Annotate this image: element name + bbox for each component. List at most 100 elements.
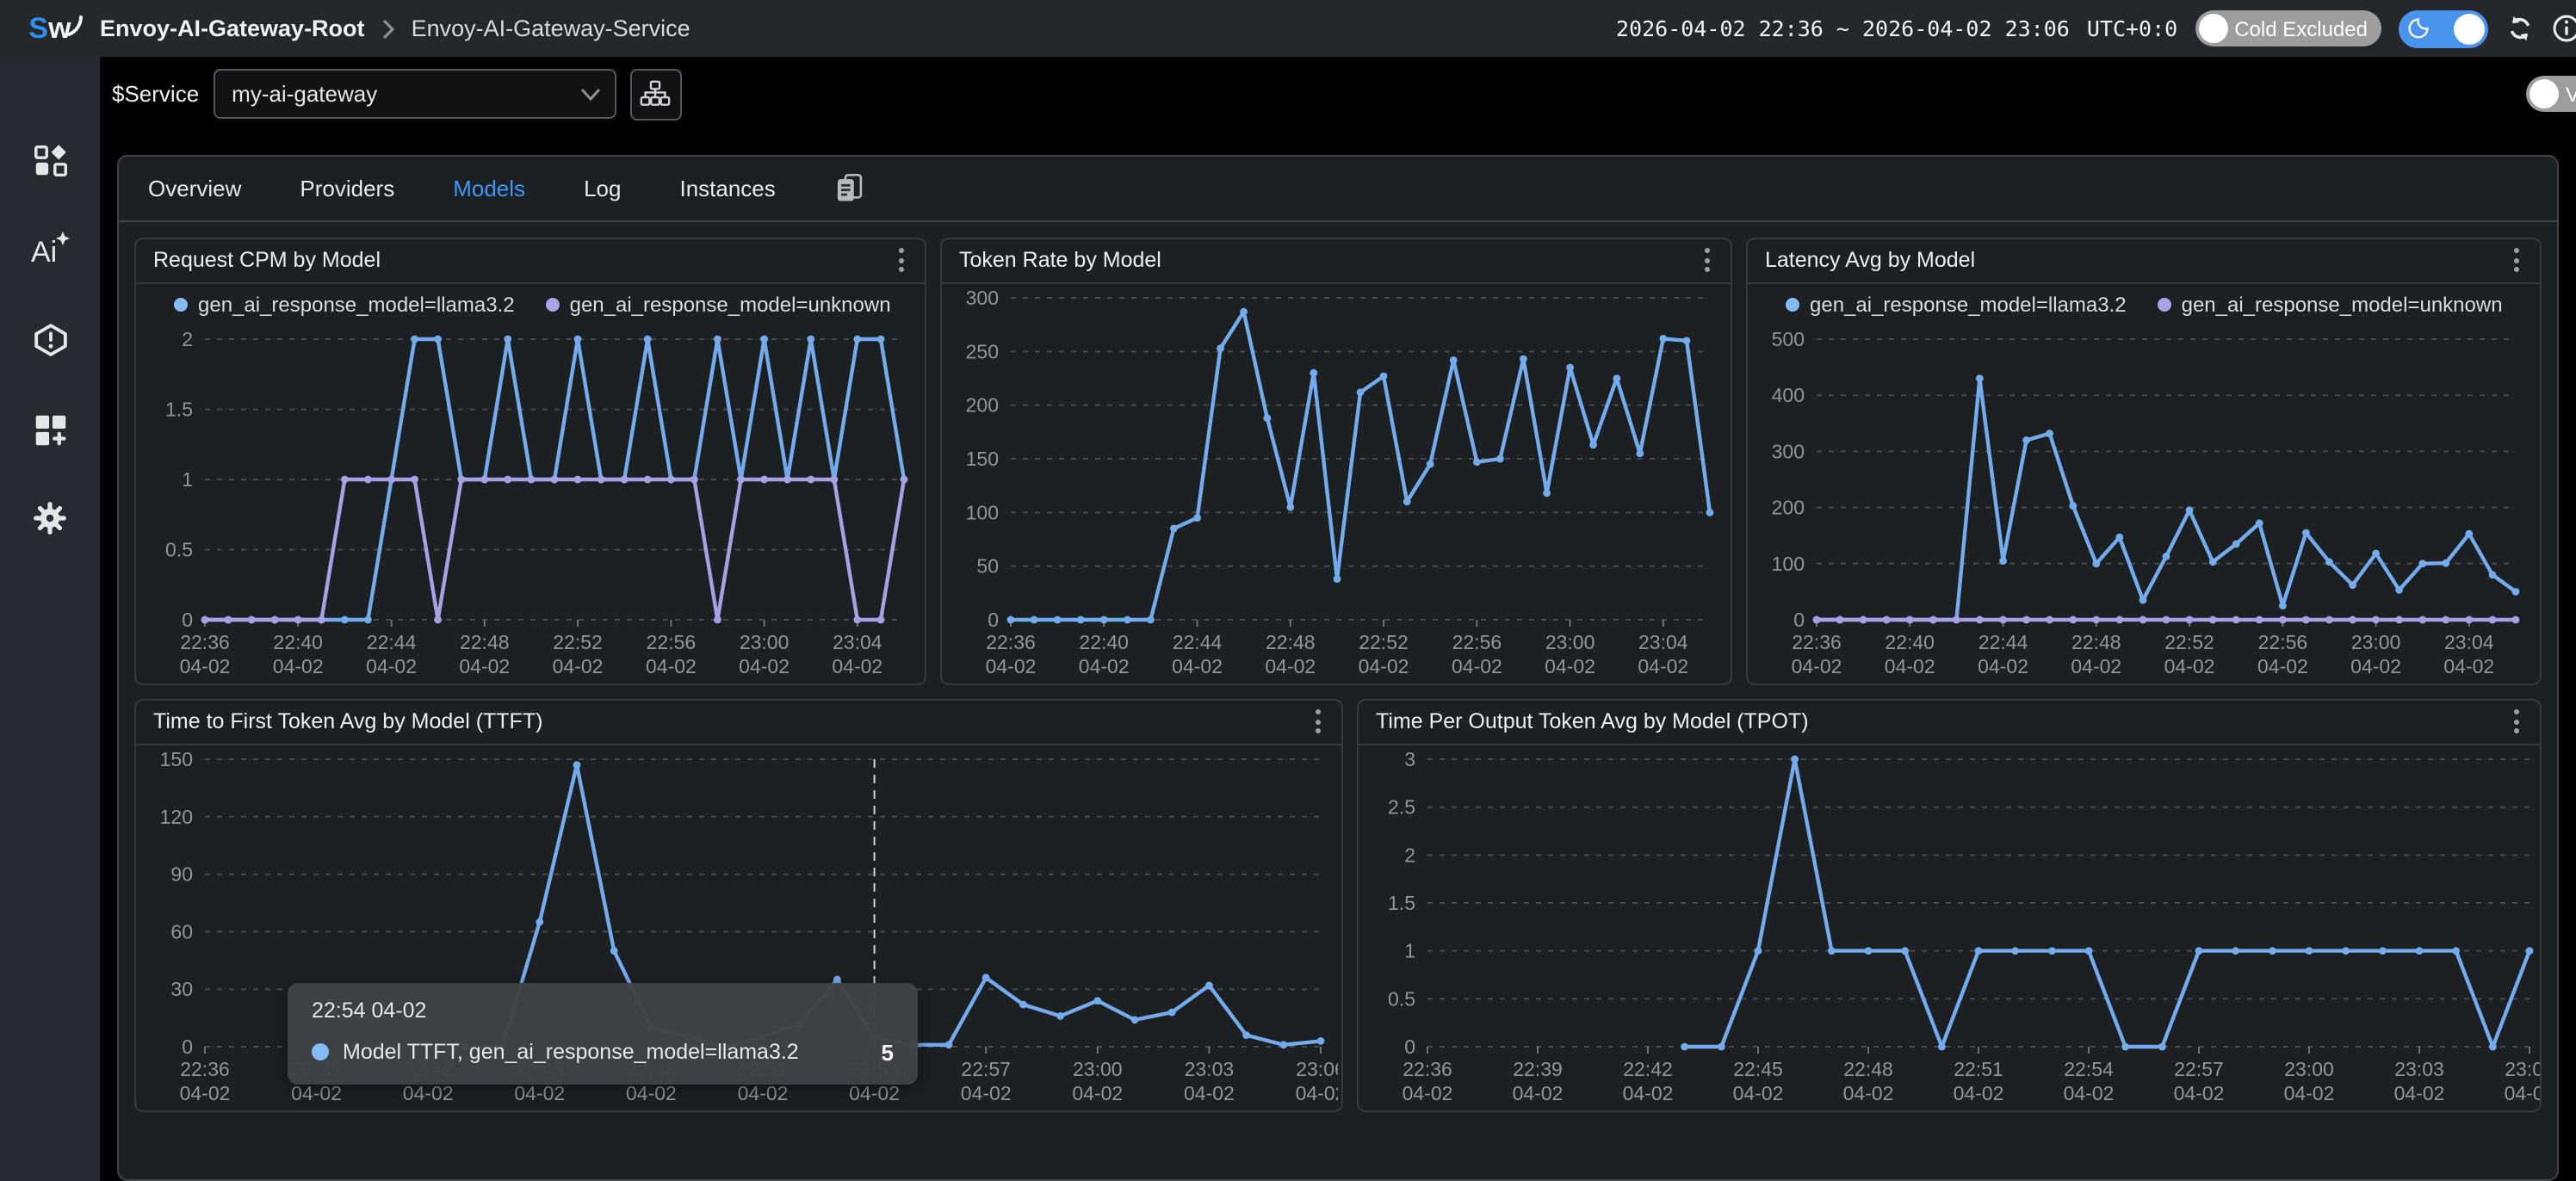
chart-menu-icon[interactable] (1698, 241, 1717, 279)
svg-text:04-02: 04-02 (2443, 654, 2494, 677)
breadcrumb-chevron-icon (381, 18, 396, 39)
chart-title: Latency Avg by Model (1765, 248, 2507, 272)
svg-text:04-02: 04-02 (180, 654, 231, 677)
chart-title: Time to First Token Avg by Model (TTFT) (153, 709, 1309, 733)
svg-text:23:04: 23:04 (1638, 630, 1688, 652)
svg-text:04-02: 04-02 (2257, 654, 2308, 677)
topology-button[interactable] (629, 69, 681, 121)
svg-text:04-02: 04-02 (403, 1081, 454, 1104)
tooltip-series-dot (312, 1043, 329, 1060)
svg-text:1: 1 (1404, 939, 1415, 961)
svg-text:04-02: 04-02 (1978, 654, 2028, 677)
svg-text:22:40: 22:40 (273, 630, 323, 652)
tab-instances[interactable]: Instances (679, 175, 775, 201)
top-bar: Sw Envoy-AI-Gateway-Root Envoy-AI-Gatewa… (0, 0, 2576, 57)
svg-text:04-02: 04-02 (739, 654, 790, 677)
svg-text:04-02: 04-02 (514, 1081, 565, 1104)
svg-text:22:52: 22:52 (553, 630, 603, 652)
legend-label: gen_ai_response_model=unknown (570, 292, 891, 316)
chart-legend: gen_ai_response_model=llama3.2 gen_ai_re… (136, 283, 925, 325)
cold-excluded-toggle[interactable]: Cold Excluded (2195, 10, 2381, 46)
sidebar-item-settings[interactable] (29, 498, 71, 539)
svg-text:23:06: 23:06 (1296, 1057, 1338, 1079)
chart-card-ttft: Time to First Token Avg by Model (TTFT) … (134, 698, 1343, 1111)
chart-menu-icon[interactable] (892, 241, 911, 279)
tab-models[interactable]: Models (453, 175, 525, 201)
svg-text:22:56: 22:56 (647, 630, 697, 652)
chart-card-tpot: Time Per Output Token Avg by Model (TPOT… (1357, 698, 2542, 1111)
tab-log[interactable]: Log (584, 175, 621, 201)
timezone-text[interactable]: UTC+0:0 (2087, 15, 2177, 41)
chart-menu-icon[interactable] (2507, 702, 2526, 740)
chart-tooltip: 22:54 04-02 Model TTFT, gen_ai_response_… (288, 982, 918, 1084)
svg-text:22:48: 22:48 (2071, 630, 2121, 652)
svg-text:04-02: 04-02 (832, 654, 882, 677)
legend-item[interactable]: gen_ai_response_model=llama3.2 (174, 292, 515, 316)
svg-text:04-02: 04-02 (1296, 1081, 1338, 1104)
breadcrumb-root[interactable]: Envoy-AI-Gateway-Root (100, 15, 365, 41)
legend-label: gen_ai_response_model=llama3.2 (198, 292, 515, 316)
tab-providers[interactable]: Providers (300, 175, 394, 201)
svg-text:22:40: 22:40 (1079, 630, 1129, 652)
skywalking-logo[interactable]: Sw (0, 11, 100, 46)
chart-menu-icon[interactable] (1309, 702, 1328, 740)
svg-text:22:36: 22:36 (986, 630, 1036, 652)
svg-text:04-02: 04-02 (1792, 654, 1842, 677)
svg-text:23:03: 23:03 (1185, 1057, 1235, 1079)
chart-card-latency-avg: Latency Avg by Model gen_ai_response_mod… (1746, 237, 2542, 684)
time-range-text[interactable]: 2026-04-02 22:36 ~ 2026-04-02 23:06 (1616, 15, 2070, 41)
svg-text:2: 2 (1404, 844, 1415, 866)
chart-menu-icon[interactable] (2507, 241, 2526, 279)
svg-text:22:56: 22:56 (2258, 630, 2308, 652)
cold-excluded-label: Cold Excluded (2234, 16, 2368, 40)
copy-docs-icon[interactable] (834, 172, 865, 203)
sidebar-item-dashboards[interactable] (29, 408, 71, 449)
svg-text:04-02: 04-02 (2350, 654, 2401, 677)
svg-text:200: 200 (966, 393, 999, 416)
svg-text:04-02: 04-02 (180, 1081, 231, 1104)
legend-item[interactable]: gen_ai_response_model=unknown (2158, 292, 2503, 316)
line-chart-tpot[interactable]: 00.511.522.5322:3604-0222:3904-0222:4204… (1359, 745, 2542, 1108)
svg-text:04-02: 04-02 (1452, 654, 1502, 677)
line-chart-token-rate[interactable]: 05010015020025030022:3604-0222:4004-0222… (942, 283, 1727, 681)
tooltip-series-label: Model TTFT, gen_ai_response_model=llama3… (343, 1040, 868, 1064)
line-chart-latency-avg[interactable]: 010020030040050022:3604-0222:4004-0222:4… (1748, 325, 2533, 681)
sidebar-item-alerting[interactable] (29, 318, 71, 360)
svg-text:23:00: 23:00 (2351, 630, 2401, 652)
svg-text:0.5: 0.5 (1388, 987, 1415, 1010)
svg-text:150: 150 (966, 447, 999, 469)
legend-item[interactable]: gen_ai_response_model=unknown (546, 292, 891, 316)
svg-text:04-02: 04-02 (2071, 654, 2121, 677)
svg-text:04-02: 04-02 (849, 1081, 900, 1104)
breadcrumb-current[interactable]: Envoy-AI-Gateway-Service (412, 15, 690, 41)
sidebar-item-ai-pipeline[interactable]: Ai (29, 229, 71, 270)
legend-label: gen_ai_response_model=unknown (2182, 292, 2503, 316)
svg-text:22:54: 22:54 (2064, 1057, 2114, 1079)
dark-mode-toggle[interactable] (2399, 9, 2488, 47)
svg-text:23:04: 23:04 (833, 630, 882, 652)
line-chart-request-cpm[interactable]: 00.511.5222:3604-0222:4004-0222:4404-022… (136, 325, 921, 681)
svg-text:150: 150 (160, 747, 193, 770)
service-select[interactable]: my-ai-gateway (213, 70, 616, 120)
info-icon[interactable] (2552, 14, 2576, 43)
svg-text:1: 1 (182, 467, 193, 490)
sidebar-item-marketplace[interactable] (29, 139, 71, 181)
refresh-icon[interactable] (2505, 14, 2535, 43)
view-toggle[interactable]: V (2526, 77, 2576, 113)
svg-text:04-02: 04-02 (2505, 1081, 2542, 1104)
tooltip-value: 5 (882, 1039, 894, 1065)
svg-text:04-02: 04-02 (1513, 1081, 1564, 1104)
svg-text:04-02: 04-02 (738, 1081, 789, 1104)
tab-overview[interactable]: Overview (148, 175, 241, 201)
svg-text:500: 500 (1772, 327, 1805, 349)
legend-item[interactable]: gen_ai_response_model=llama3.2 (1786, 292, 2127, 316)
svg-text:23:00: 23:00 (740, 630, 790, 652)
chart-title: Token Rate by Model (959, 248, 1698, 272)
main-content: $Service my-ai-gateway V (100, 57, 2576, 1181)
svg-text:04-02: 04-02 (1545, 654, 1595, 677)
ai-sparkle-icon: Ai (29, 229, 71, 270)
svg-text:04-02: 04-02 (1184, 1081, 1235, 1104)
svg-text:04-02: 04-02 (459, 654, 510, 677)
marketplace-icon (30, 140, 70, 180)
svg-text:23:04: 23:04 (2444, 630, 2494, 652)
